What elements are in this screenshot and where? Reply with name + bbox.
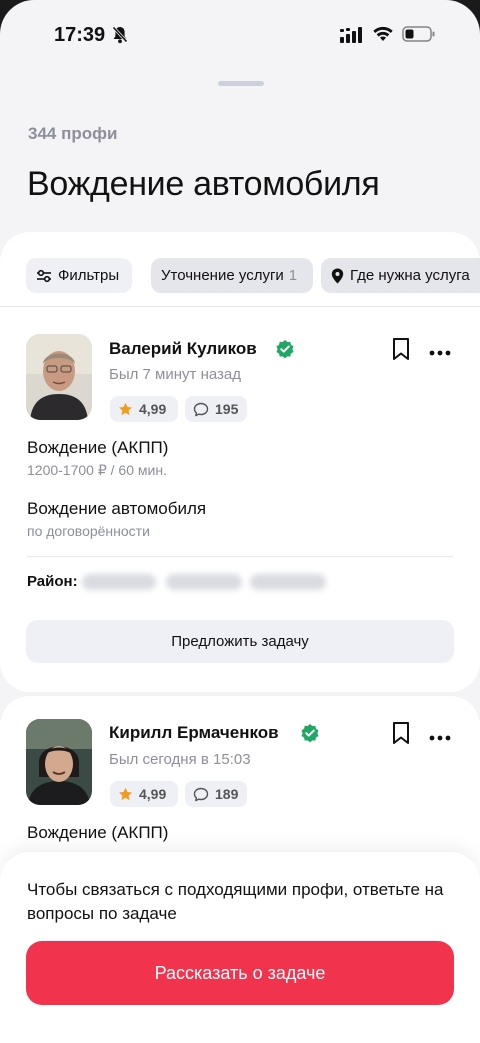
sheet-grabber[interactable] bbox=[218, 81, 264, 86]
contact-prompt: Чтобы связаться с подходящими профи, отв… bbox=[27, 880, 444, 923]
location-chip[interactable]: Где нужна услуга bbox=[321, 258, 480, 293]
filters-label: Фильтры bbox=[58, 267, 120, 284]
reviews-badge[interactable]: 189 bbox=[185, 781, 247, 807]
rating-value: 4,99 bbox=[139, 786, 167, 802]
bookmark-icon[interactable] bbox=[390, 337, 412, 366]
service-title: Вождение автомобиля bbox=[27, 499, 207, 518]
cta-label: Рассказать о задаче bbox=[154, 962, 326, 983]
rating-value: 4,99 bbox=[139, 401, 167, 417]
page-title: Вождение автомобиля bbox=[27, 165, 380, 203]
divider bbox=[27, 556, 453, 557]
filters-chip[interactable]: Фильтры bbox=[26, 258, 132, 293]
district-label: Район: bbox=[27, 573, 78, 590]
verified-icon bbox=[275, 339, 295, 364]
comment-icon bbox=[193, 402, 209, 416]
divider bbox=[0, 306, 480, 307]
last-seen: Был 7 минут назад bbox=[109, 366, 241, 383]
specialist-name[interactable]: Валерий Куликов bbox=[109, 339, 257, 359]
bell-slash-icon bbox=[111, 25, 129, 49]
star-icon bbox=[119, 402, 132, 415]
avatar[interactable] bbox=[26, 334, 92, 420]
signal-icon bbox=[340, 27, 364, 48]
specialist-count: 344 профи bbox=[28, 124, 118, 143]
sliders-icon bbox=[37, 269, 51, 282]
service-price: по договорённости bbox=[27, 523, 150, 539]
specialist-name[interactable]: Кирилл Ермаченков bbox=[109, 723, 279, 743]
service-title: Вождение (АКПП) bbox=[27, 438, 169, 457]
filter-chips: Фильтры Уточнение услуги 1 Где нужна усл… bbox=[0, 258, 480, 294]
avatar[interactable] bbox=[26, 719, 92, 805]
reviews-count: 189 bbox=[215, 786, 239, 802]
rating-badge[interactable]: 4,99 bbox=[110, 781, 178, 807]
verified-icon bbox=[300, 723, 320, 748]
service-title: Вождение (АКПП) bbox=[27, 823, 169, 842]
last-seen: Был сегодня в 15:03 bbox=[109, 751, 251, 768]
comment-icon bbox=[193, 787, 209, 801]
star-icon bbox=[119, 787, 132, 800]
specify-service-chip[interactable]: Уточнение услуги 1 bbox=[151, 258, 313, 293]
wifi-icon bbox=[372, 25, 394, 47]
rating-badge[interactable]: 4,99 bbox=[110, 396, 178, 422]
reviews-badge[interactable]: 195 bbox=[185, 396, 247, 422]
specify-count: 1 bbox=[288, 267, 298, 284]
reviews-count: 195 bbox=[215, 401, 239, 417]
district-value-hidden bbox=[80, 571, 326, 593]
battery-icon bbox=[402, 26, 436, 47]
offer-task-button[interactable]: Предложить задачу bbox=[26, 620, 454, 663]
screen: 17:39 344 профи Вождение автомобиля Филь… bbox=[0, 0, 480, 1043]
more-icon[interactable] bbox=[428, 729, 452, 747]
status-time: 17:39 bbox=[54, 24, 106, 46]
map-pin-icon bbox=[331, 268, 344, 283]
tell-about-task-button[interactable]: Рассказать о задаче bbox=[26, 941, 454, 1005]
specify-label: Уточнение услуги bbox=[161, 267, 284, 284]
bookmark-icon[interactable] bbox=[390, 721, 412, 750]
offer-task-label: Предложить задачу bbox=[171, 633, 309, 650]
service-price: 1200-1700 ₽ / 60 мин. bbox=[27, 462, 167, 478]
more-icon[interactable] bbox=[428, 344, 452, 362]
location-label: Где нужна услуга bbox=[350, 267, 470, 284]
status-bar: 17:39 bbox=[0, 0, 480, 70]
